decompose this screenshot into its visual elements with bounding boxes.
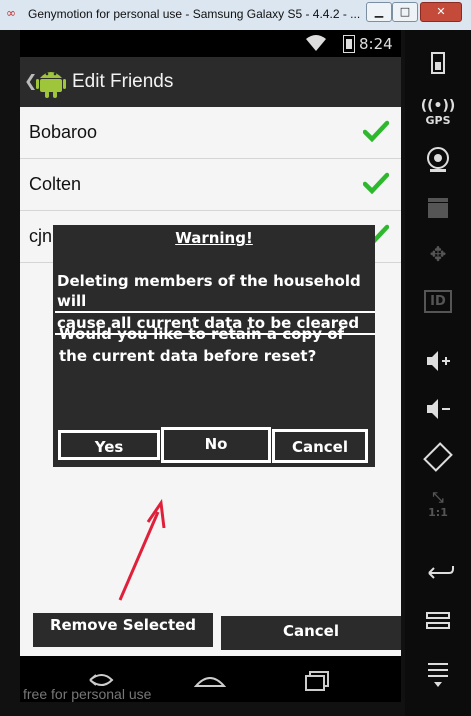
- camera-icon[interactable]: [405, 145, 471, 175]
- nav-home-icon[interactable]: [190, 668, 230, 692]
- menu-icon[interactable]: [405, 660, 471, 690]
- clapperboard-icon: [428, 198, 448, 218]
- recent-apps-icon[interactable]: [405, 610, 471, 632]
- remove-selected-button[interactable]: Remove Selected: [33, 613, 213, 647]
- id-icon: ID: [405, 290, 471, 313]
- ratio-label: 1:1: [428, 506, 448, 519]
- annotation-arrow-icon: [118, 498, 166, 601]
- volume-up-icon[interactable]: [405, 348, 471, 374]
- gps-icon[interactable]: ((•)) GPS: [405, 98, 471, 127]
- nav-recents-icon[interactable]: [298, 668, 338, 692]
- back-button-icon[interactable]: [405, 562, 471, 584]
- id-label: ID: [424, 290, 452, 313]
- pixel-ratio-icon: ⤡ 1:1: [405, 490, 471, 519]
- battery-control-icon[interactable]: [405, 50, 471, 76]
- gps-label: GPS: [425, 114, 451, 127]
- side-control-panel: ((•)) GPS ✥ ID ⤡ 1:1: [405, 30, 471, 716]
- watermark-text: free for personal use: [23, 686, 152, 702]
- volume-down-icon[interactable]: [405, 396, 471, 422]
- dpad-icon: ✥: [429, 242, 447, 266]
- cancel-button[interactable]: Cancel: [221, 616, 401, 650]
- rotate-icon[interactable]: [405, 440, 471, 474]
